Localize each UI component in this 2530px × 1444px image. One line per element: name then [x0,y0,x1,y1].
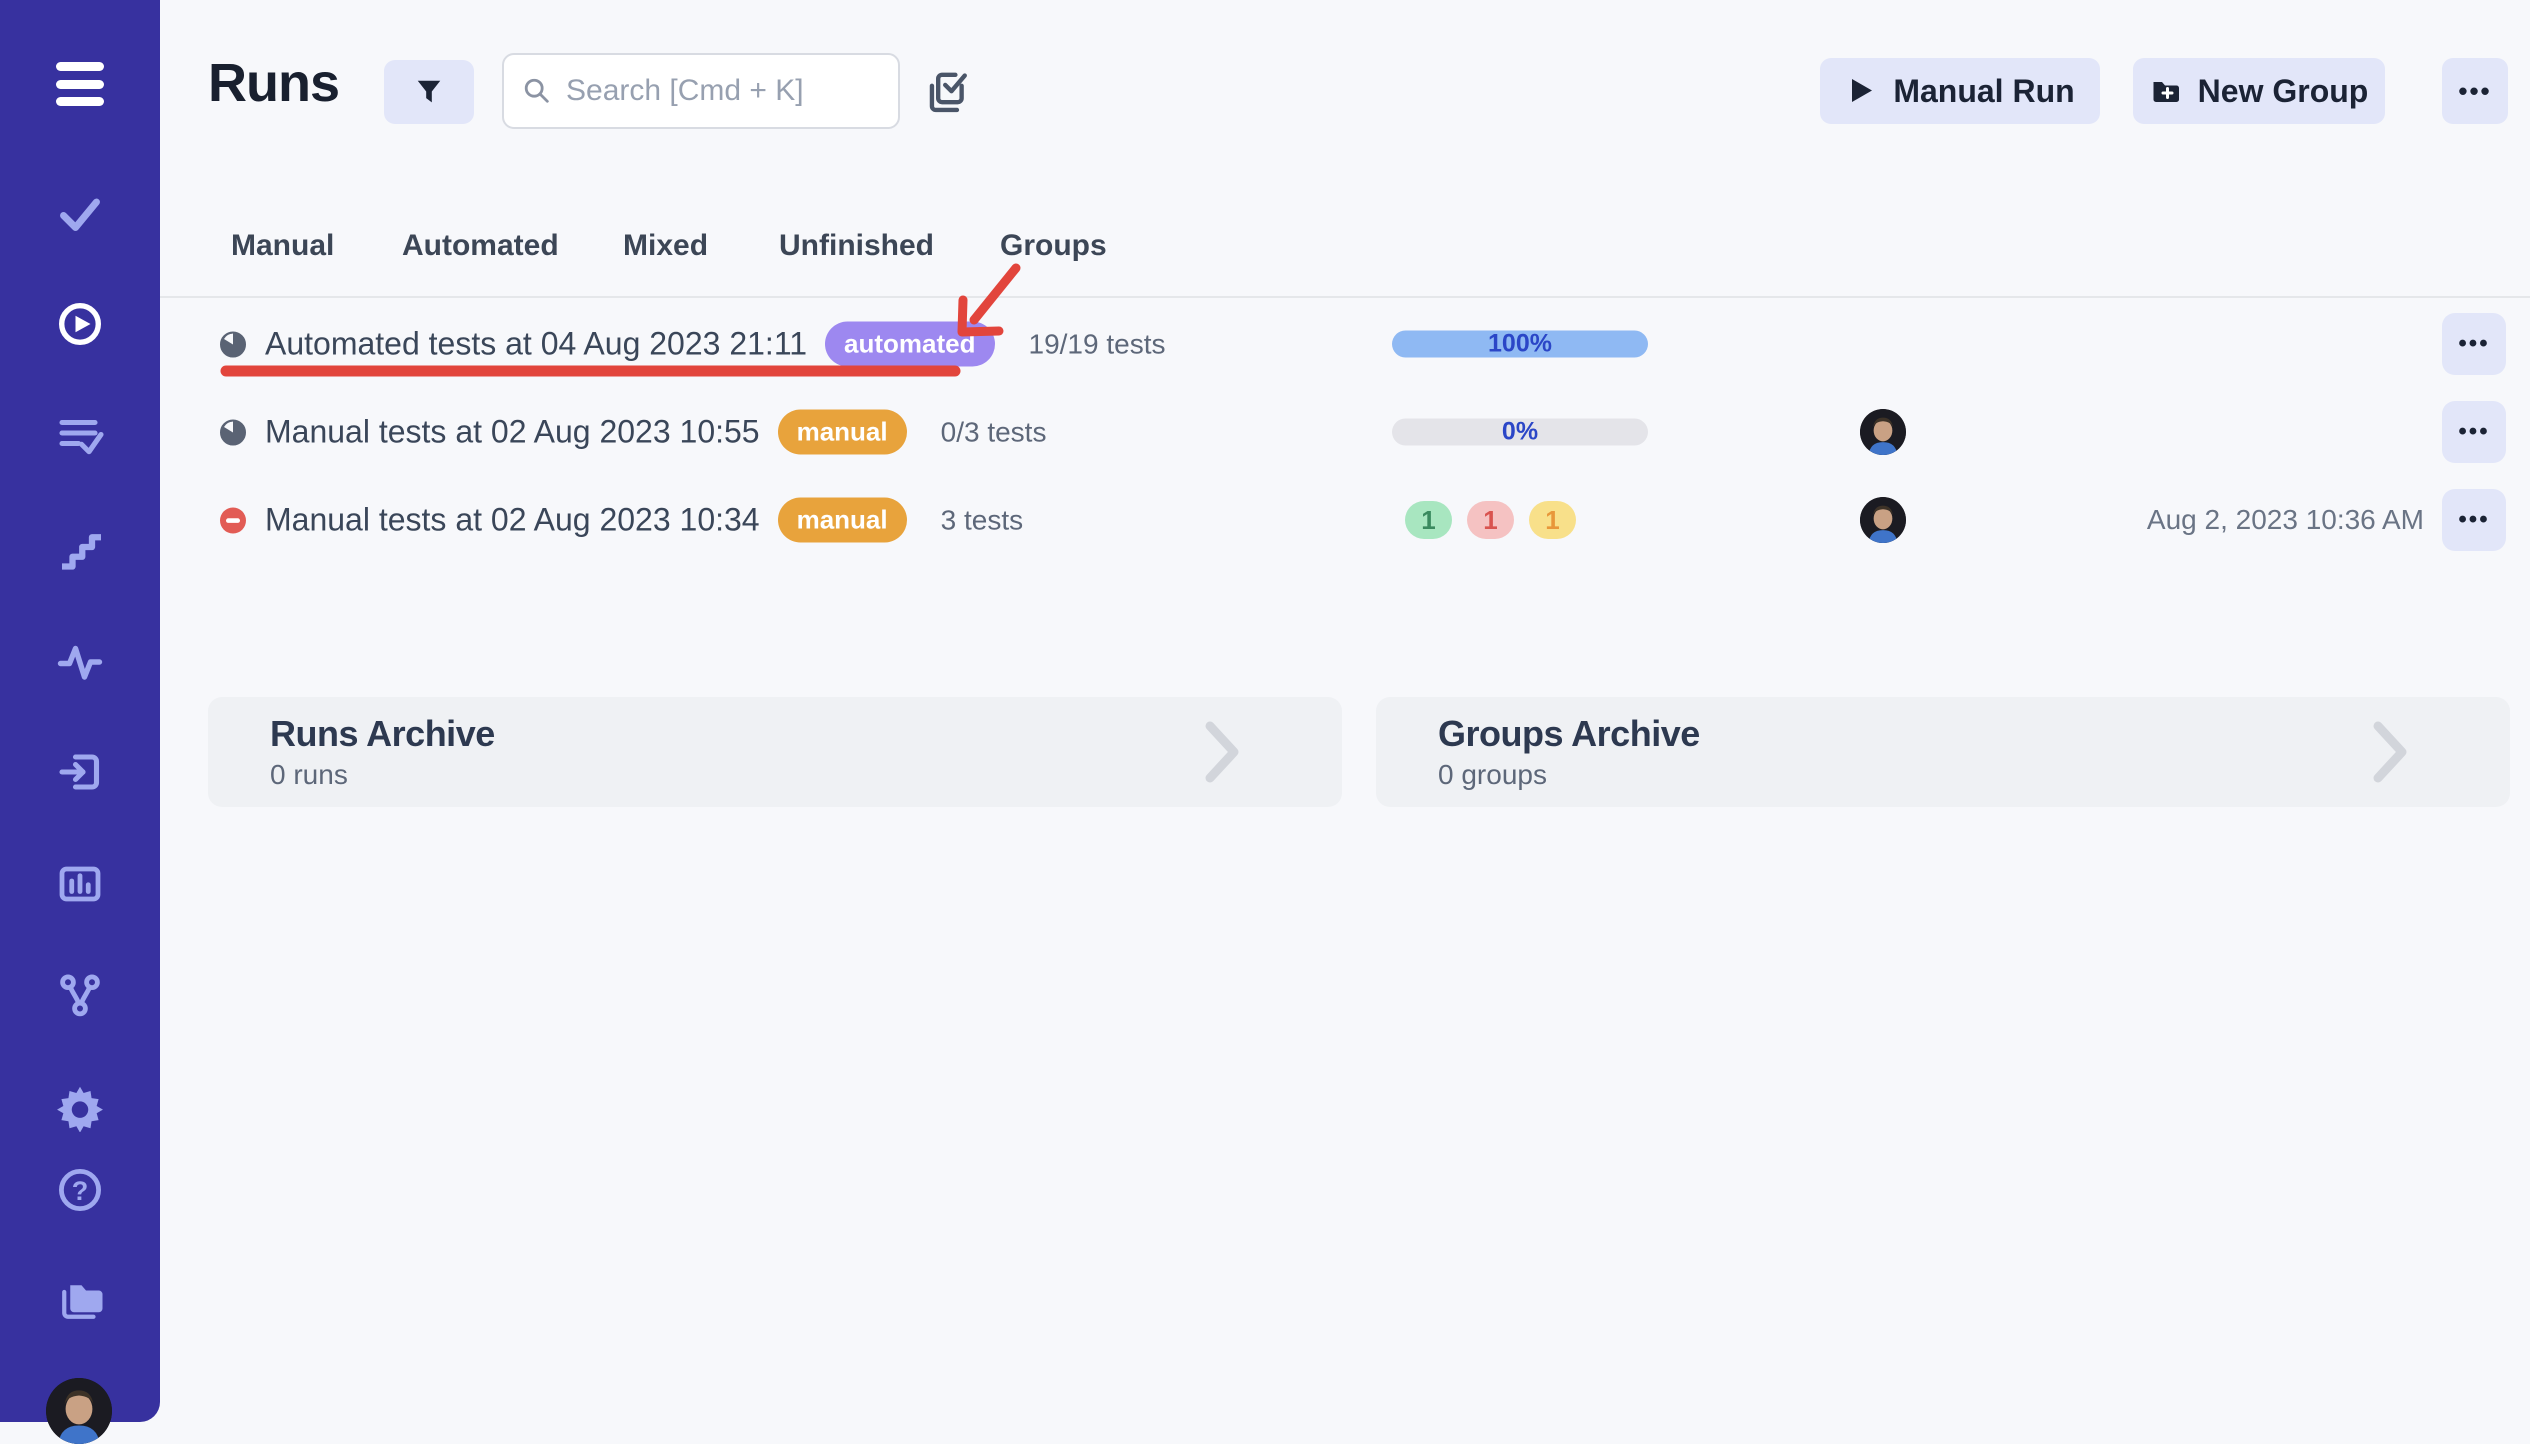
assignee-avatar-photo-icon [1860,409,1906,455]
failed-count-pill: 1 [1467,501,1514,539]
sidebar-item-milestones[interactable] [54,524,106,576]
run-row-manual-1055: Manual tests at 02 Aug 2023 10:55 manual… [160,394,2530,470]
steps-icon [56,526,104,574]
bar-chart-icon [56,860,104,908]
header-more-button[interactable]: ••• [2442,58,2508,124]
run-more-button[interactable]: ••• [2442,489,2506,551]
run-row-automated: Automated tests at 04 Aug 2023 21:11 aut… [160,306,2530,382]
new-group-label: New Group [2198,73,2369,110]
run-title[interactable]: Manual tests at 02 Aug 2023 10:34 [265,502,760,539]
tabs-divider [160,296,2530,298]
progress-bar: 100% [1392,331,1648,358]
run-status-pie-icon [219,330,247,358]
tab-unfinished[interactable]: Unfinished [779,222,934,270]
activity-icon [56,638,104,686]
tab-manual[interactable]: Manual [231,222,334,270]
run-row-manual-1034: Manual tests at 02 Aug 2023 10:34 manual… [160,482,2530,558]
run-tests-count: 0/3 tests [941,416,1047,448]
bulk-select-button[interactable] [918,64,974,120]
groups-archive-count: 0 groups [1438,759,1547,791]
runs-archive-count: 0 runs [270,759,348,791]
play-circle-icon [56,300,104,348]
sidebar-item-requirements[interactable] [54,746,106,798]
runs-archive-card[interactable]: Runs Archive 0 runs [208,697,1342,807]
tab-automated[interactable]: Automated [402,222,559,270]
sidebar-item-help[interactable]: ? [54,1164,106,1216]
run-type-badge: automated [825,322,994,367]
sidebar-item-reports[interactable] [54,858,106,910]
sidebar-item-projects[interactable] [54,1272,106,1324]
groups-archive-card[interactable]: Groups Archive 0 groups [1376,697,2510,807]
run-type-badge: manual [778,498,907,543]
sign-in-icon [56,748,104,796]
runs-tabs: Manual Automated Mixed Unfinished Groups [0,222,2530,270]
hamburger-menu-icon[interactable] [56,62,104,106]
chevron-right-icon [1202,720,1242,784]
run-more-button[interactable]: ••• [2442,401,2506,463]
result-counts: 1 1 1 [1405,501,1576,539]
filter-funnel-icon [414,77,444,107]
folder-icon [56,1274,104,1322]
filter-button[interactable] [384,60,474,124]
progress-bar: 0% [1392,419,1648,446]
chevron-right-icon [2370,720,2410,784]
search-box [502,53,900,129]
gear-icon [56,1084,104,1132]
run-type-badge: manual [778,410,907,455]
svg-text:?: ? [72,1176,89,1206]
check-icon [56,190,104,238]
run-tests-count: 3 tests [941,504,1023,536]
sidebar-item-integrations[interactable] [54,969,106,1021]
run-status-pie-icon [219,418,247,446]
git-branch-icon [56,971,104,1019]
assignee-avatar [1860,409,1906,455]
user-avatar-photo-icon [46,1378,112,1444]
sidebar-item-settings[interactable] [54,1082,106,1134]
run-title[interactable]: Manual tests at 02 Aug 2023 10:55 [265,414,760,451]
manual-run-button[interactable]: Manual Run [1820,58,2100,124]
manual-run-label: Manual Run [1893,73,2074,110]
run-title[interactable]: Automated tests at 04 Aug 2023 21:11 [265,326,807,363]
run-more-button[interactable]: ••• [2442,313,2506,375]
page-title: Runs [208,52,339,114]
runs-archive-title: Runs Archive [270,713,495,755]
tab-mixed[interactable]: Mixed [623,222,708,270]
groups-archive-title: Groups Archive [1438,713,1700,755]
tab-groups[interactable]: Groups [1000,222,1107,270]
assignee-avatar [1860,497,1906,543]
skipped-count-pill: 1 [1529,501,1576,539]
search-input[interactable] [566,74,880,108]
assignee-avatar-photo-icon [1860,497,1906,543]
user-avatar[interactable] [46,1378,112,1444]
play-icon [1845,75,1877,107]
sidebar-item-test-cases[interactable] [54,188,106,240]
folder-plus-icon [2150,75,2182,107]
bulk-select-icon [921,67,971,117]
help-circle-icon: ? [56,1166,104,1214]
sidebar-item-activity[interactable] [54,636,106,688]
run-status-stopped-icon [219,506,247,534]
sidebar-item-runs[interactable] [54,298,106,350]
run-tests-count: 19/19 tests [1029,328,1166,360]
sidebar: ? [0,0,160,1422]
sidebar-item-test-plans[interactable] [54,410,106,462]
run-timestamp: Aug 2, 2023 10:36 AM [2147,504,2424,536]
list-check-icon [56,412,104,460]
passed-count-pill: 1 [1405,501,1452,539]
new-group-button[interactable]: New Group [2133,58,2385,124]
search-icon [522,76,552,106]
